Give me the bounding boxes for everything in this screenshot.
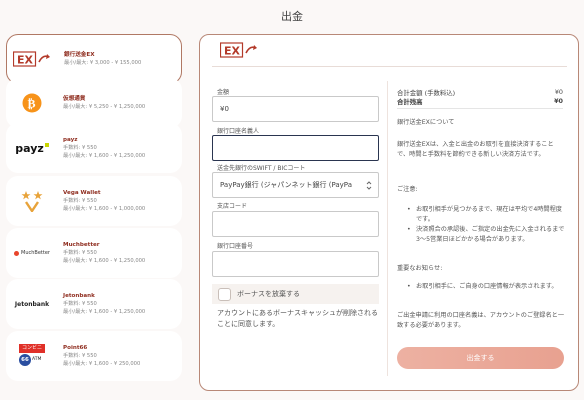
footer-note: ご出金申請に利用の口座名義は、アカウントのご登録名と一致する必要があります。 [397, 312, 565, 329]
total-balance-value: ¥0 [554, 97, 563, 105]
total-amount-row: 合計金額 (手数料込) ¥0 [397, 88, 563, 97]
method-jetonbank[interactable]: Jetonbank Jetonbank 手数料: ¥ 550 最小/最大: ¥ … [6, 279, 182, 329]
about-heading: 銀行送金EXについて [397, 119, 455, 126]
method-limits: 最小/最大: ¥ 1,600 - ¥ 1,250,000 [63, 258, 146, 264]
panel-divider [212, 66, 567, 67]
account-number-label: 銀行口座番号 [217, 243, 254, 250]
caution-list: お取引相手が見つかるまで、現在は平均で4時間程度です。 決済照合の承認後、ご指定… [407, 205, 567, 245]
muchbetter-logo-text: MuchBetter [21, 250, 50, 256]
forfeit-bonus-row[interactable]: ボーナスを放棄する [212, 284, 379, 304]
total-balance-row: 合計残高 ¥0 [397, 97, 563, 106]
account-holder-label: 銀行口座名義人 [217, 128, 260, 135]
method-limits: 最小/最大: ¥ 3,000 - ¥ 155,000 [64, 60, 142, 66]
method-name: 仮想通貨 [63, 96, 86, 102]
swift-label: 送金先銀行のSWIFT / BICコート [217, 165, 306, 172]
vega-logo-icon [11, 186, 53, 216]
method-limits: 最小/最大: ¥ 1,600 - ¥ 250,000 [63, 361, 141, 367]
forfeit-bonus-label: ボーナスを放棄する [237, 290, 300, 298]
method-fee: 手数料: ¥ 550 [63, 353, 97, 359]
chevron-updown-icon [366, 181, 372, 192]
payz-logo-icon: payz [11, 133, 53, 163]
method-name: Muchbetter [63, 242, 100, 248]
payz-logo-text: payz [15, 141, 44, 155]
withdraw-button[interactable]: 出金する [397, 347, 564, 369]
bitcoin-icon: ₿ [11, 88, 53, 118]
point66-logo-icon: コンビニ 66 ATM [11, 341, 53, 371]
account-holder-input[interactable] [212, 135, 379, 161]
swift-select[interactable]: PayPay銀行 (ジャパンネット銀行 (PayPa [212, 172, 379, 198]
method-bank-transfer-ex[interactable]: EX 銀行送金EX 最小/最大: ¥ 3,000 - ¥ 155,000 [6, 34, 182, 84]
svg-text:EX: EX [224, 45, 241, 58]
method-name: 銀行送金EX [64, 52, 95, 58]
svg-text:EX: EX [17, 54, 34, 67]
total-balance-label: 合計残高 [397, 98, 423, 106]
muchbetter-logo-icon: MuchBetter [11, 238, 53, 268]
method-limits: 最小/最大: ¥ 1,600 - ¥ 1,250,000 [63, 153, 146, 159]
method-limits: 最小/最大: ¥ 5,250 - ¥ 1,250,000 [63, 104, 146, 110]
muchbetter-dot [14, 250, 20, 256]
jetonbank-logo-icon: Jetonbank [11, 289, 53, 319]
branch-code-label: 支店コード [217, 203, 248, 210]
method-fee: 手数料: ¥ 550 [63, 145, 97, 151]
point66-logo-badge: コンビニ 66 ATM [19, 344, 45, 368]
method-info: Vega Wallet 手数料: ¥ 550 最小/最大: ¥ 1,600 - … [63, 189, 145, 213]
account-number-input[interactable] [212, 251, 379, 277]
total-amount-label: 合計金額 (手数料込) [397, 89, 456, 97]
caution-item: お取引相手が見つかるまで、現在は平均で4時間程度です。 [407, 205, 567, 225]
method-name: payz [63, 137, 78, 143]
method-info: payz 手数料: ¥ 550 最小/最大: ¥ 1,600 - ¥ 1,250… [63, 136, 145, 160]
method-crypto[interactable]: ₿ 仮想通貨 最小/最大: ¥ 5,250 - ¥ 1,250,000 [6, 78, 182, 128]
withdrawal-panel: EX 金額 ¥0 銀行口座名義人 送金先銀行のSWIFT / BICコート Pa… [199, 34, 579, 391]
forfeit-bonus-checkbox[interactable] [218, 287, 231, 301]
bonus-note: アカウントにあるボーナスキャッシュが削除されることに同意します。 [217, 309, 378, 328]
method-name: Point66 [63, 345, 88, 351]
ex-logo-icon: EX [219, 42, 260, 62]
total-amount-value: ¥0 [554, 88, 563, 96]
point66-logo-circle: 66 [19, 354, 31, 366]
method-vega-wallet[interactable]: Vega Wallet 手数料: ¥ 550 最小/最大: ¥ 1,600 - … [6, 176, 182, 226]
method-info: Jetonbank 手数料: ¥ 550 最小/最大: ¥ 1,600 - ¥ … [63, 292, 145, 316]
swift-value: PayPay銀行 (ジャパンネット銀行 (PayPa [220, 181, 352, 189]
amount-input[interactable]: ¥0 [212, 96, 379, 122]
important-list: お取引相手に、ご自身の口座情報が表示されます。 [407, 282, 567, 292]
method-name: Jetonbank [63, 293, 95, 299]
caution-item: 決済照合の承認後、ご指定の出金先に入金されるまで3〜5営業日ほどかかる場合があり… [407, 225, 567, 245]
point66-logo-bottom: ATM [32, 357, 42, 362]
summary-divider [397, 108, 563, 109]
important-item: お取引相手に、ご自身の口座情報が表示されます。 [407, 282, 567, 292]
ex-logo-icon: EX [12, 44, 54, 74]
column-divider [387, 81, 388, 376]
method-limits: 最小/最大: ¥ 1,600 - ¥ 1,250,000 [63, 309, 146, 315]
jetonbank-logo-text: Jetonbank [14, 300, 50, 308]
method-name: Vega Wallet [63, 190, 101, 196]
method-fee: 手数料: ¥ 550 [63, 198, 97, 204]
method-fee: 手数料: ¥ 550 [63, 301, 97, 307]
payz-dot [44, 143, 49, 147]
svg-text:₿: ₿ [28, 97, 36, 111]
method-info: 仮想通貨 最小/最大: ¥ 5,250 - ¥ 1,250,000 [63, 95, 145, 111]
amount-label: 金額 [217, 89, 230, 96]
method-limits: 最小/最大: ¥ 1,600 - ¥ 1,000,000 [63, 206, 146, 212]
point66-logo-top: コンビニ [19, 344, 45, 353]
about-description: 銀行送金EXは、入金と出金のお取引を直接決済することで、時間と手数料を節約できる… [397, 141, 554, 158]
method-fee: 手数料: ¥ 550 [63, 250, 97, 256]
method-info: Muchbetter 手数料: ¥ 550 最小/最大: ¥ 1,600 - ¥… [63, 241, 145, 265]
method-payz[interactable]: payz payz 手数料: ¥ 550 最小/最大: ¥ 1,600 - ¥ … [6, 123, 182, 173]
method-point66[interactable]: コンビニ 66 ATM Point66 手数料: ¥ 550 最小/最大: ¥ … [6, 331, 182, 381]
method-info: 銀行送金EX 最小/最大: ¥ 3,000 - ¥ 155,000 [64, 51, 141, 67]
important-heading: 重要なお知らせ: [397, 265, 443, 272]
method-info: Point66 手数料: ¥ 550 最小/最大: ¥ 1,600 - ¥ 25… [63, 344, 140, 368]
caution-heading: ご注意: [397, 186, 418, 193]
amount-value: ¥0 [220, 105, 229, 113]
page-title: 出金 [281, 10, 303, 23]
method-muchbetter[interactable]: MuchBetter Muchbetter 手数料: ¥ 550 最小/最大: … [6, 228, 182, 278]
branch-code-input[interactable] [212, 211, 379, 237]
